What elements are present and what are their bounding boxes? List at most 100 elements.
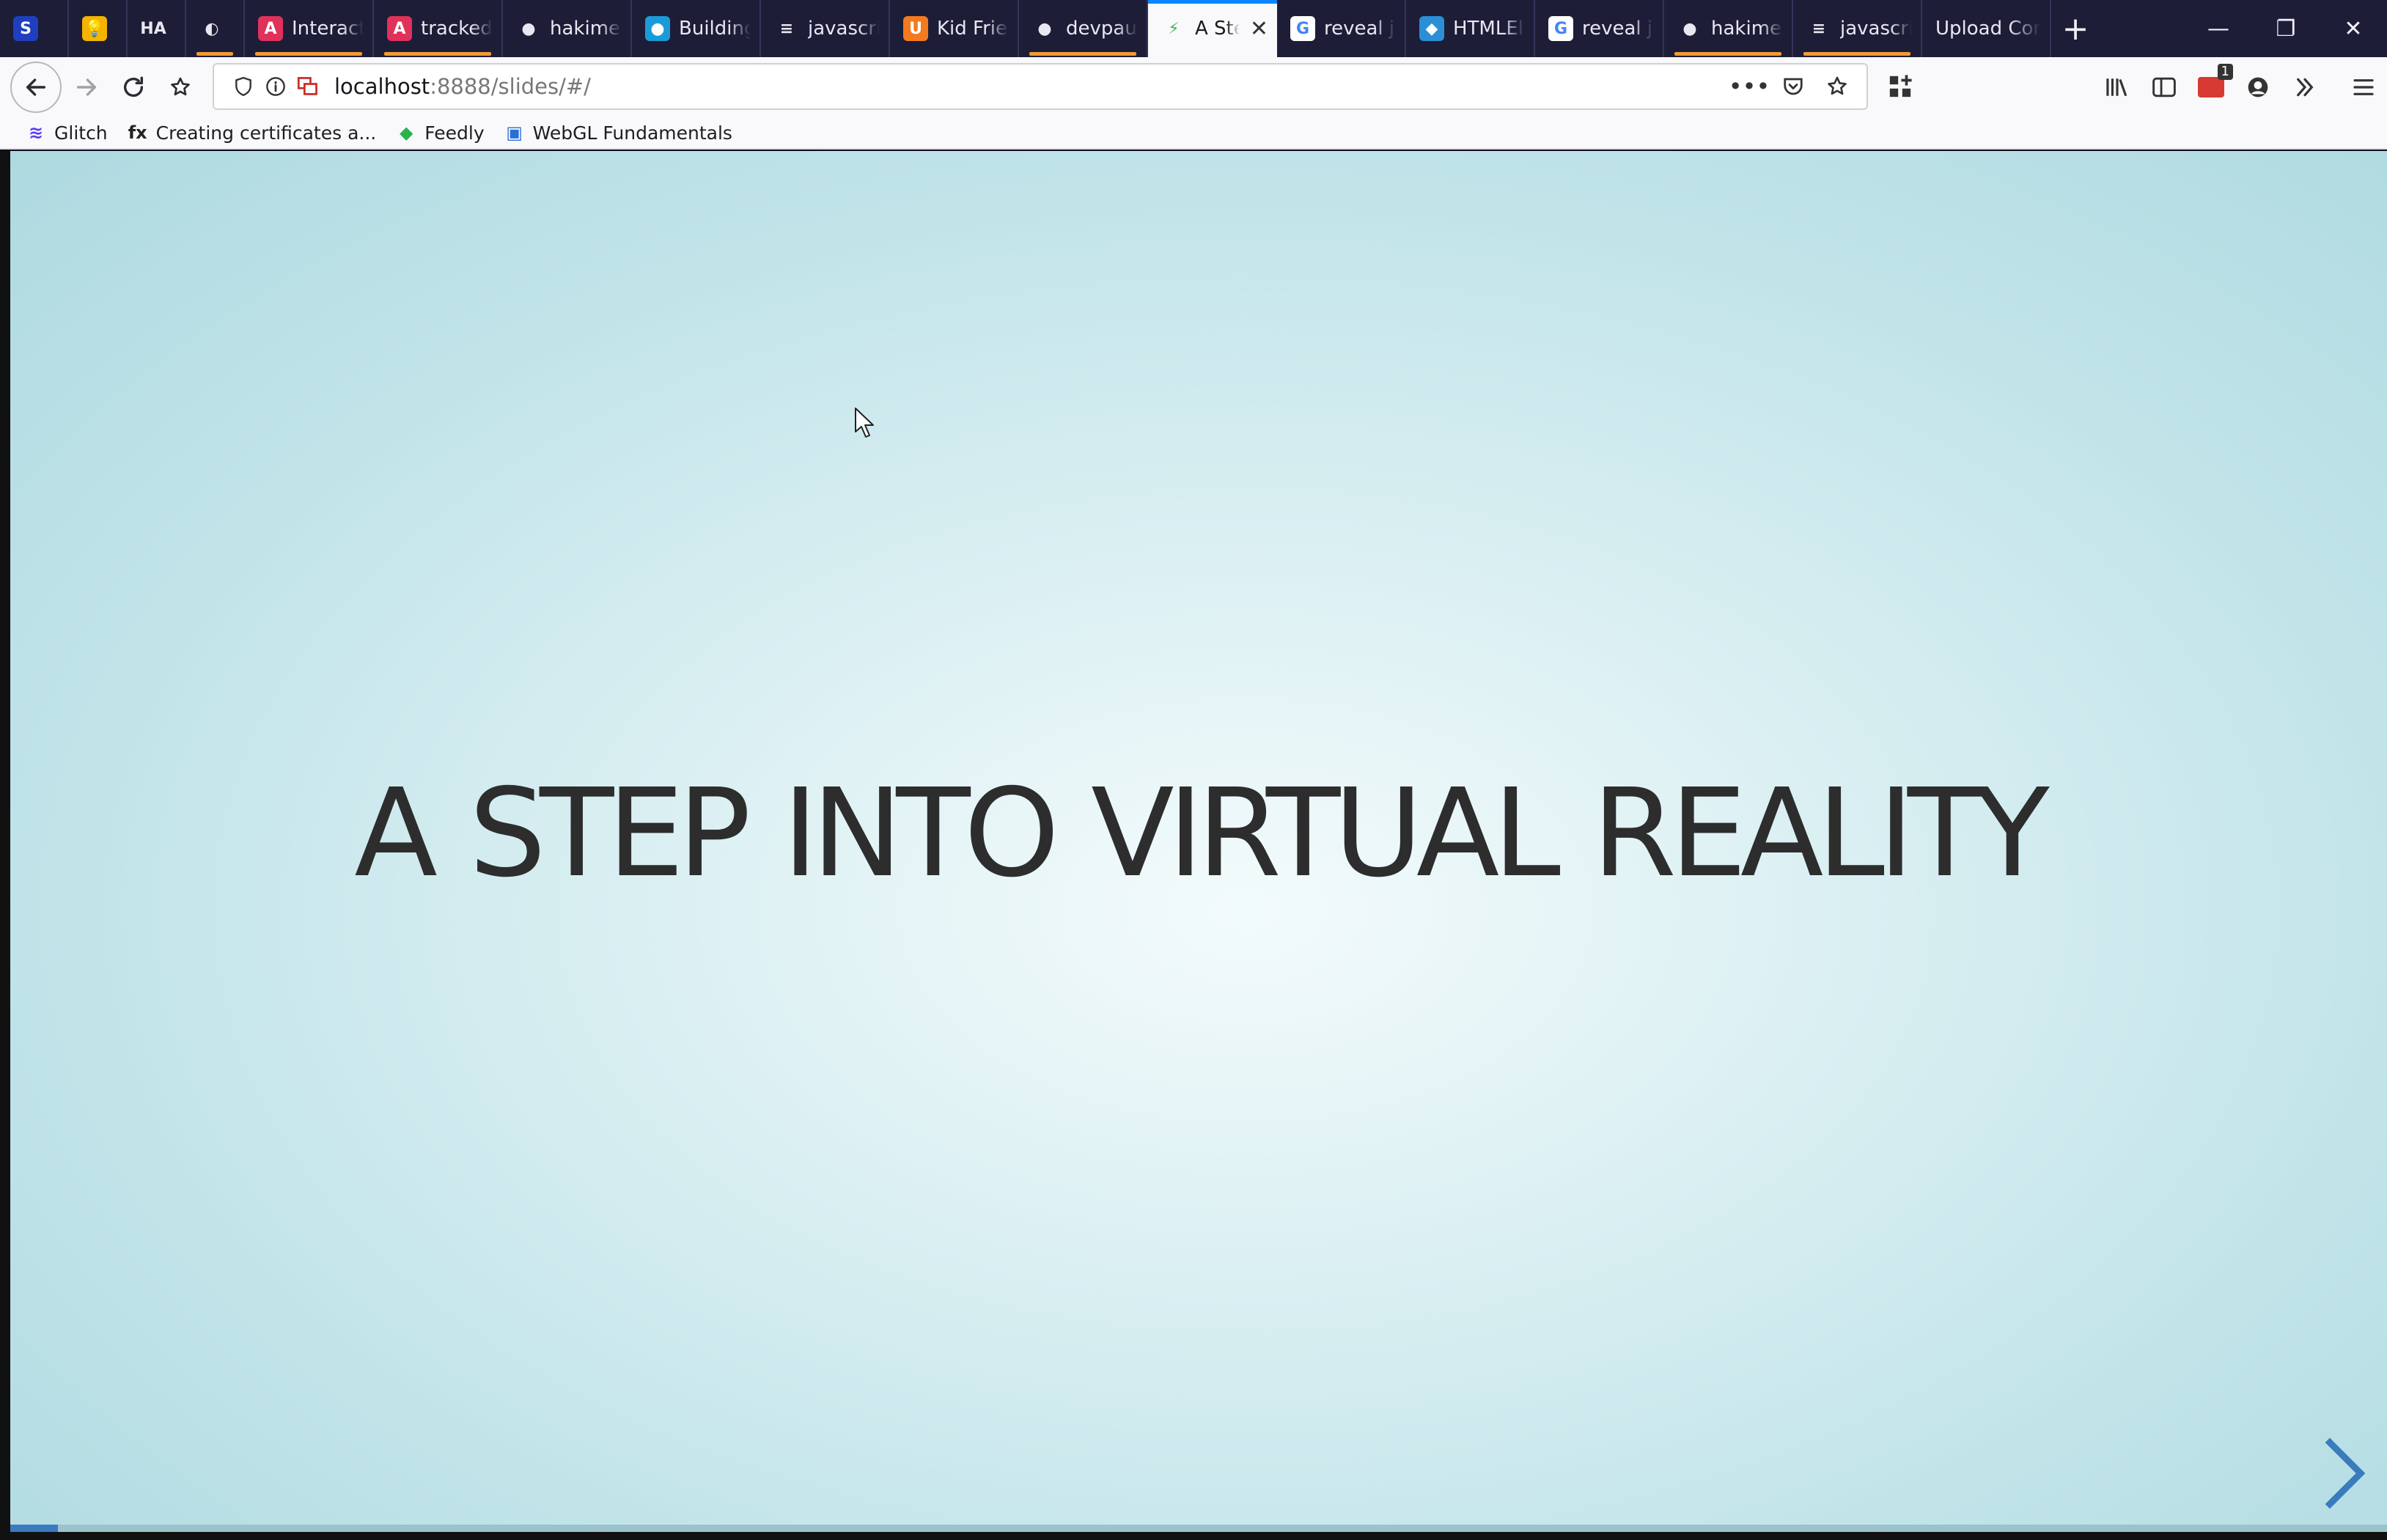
browser-tab[interactable]: A Interacti <box>245 0 374 57</box>
tab-audio-indicator <box>384 52 491 56</box>
tab-title: Interacti <box>292 18 364 40</box>
forward-button[interactable] <box>65 65 108 109</box>
pocket-icon[interactable] <box>1771 76 1815 97</box>
tab-favicon-icon: ● <box>516 16 541 41</box>
overflow-chevron-icon[interactable] <box>2281 64 2328 111</box>
bookmark-favicon-icon: fx <box>128 122 147 143</box>
bookmark-item[interactable]: ◆ Feedly <box>395 122 485 144</box>
tab-title: devpaul/ <box>1066 18 1138 40</box>
tab-title: Upload Com <box>1935 18 2041 40</box>
info-icon[interactable] <box>260 76 292 97</box>
tab-favicon-icon: G <box>1290 16 1315 41</box>
window-controls: — ❐ ✕ <box>2185 0 2387 57</box>
browser-tab[interactable]: ⚡ A Ste ✕ <box>1148 0 1277 57</box>
back-button[interactable] <box>10 62 62 113</box>
close-tab-icon[interactable]: ✕ <box>1240 16 1268 42</box>
tab-favicon-icon: HA <box>140 16 166 41</box>
browser-tab[interactable]: ● hakimel/ <box>1664 0 1793 57</box>
browser-tab[interactable]: HA <box>128 0 186 57</box>
tab-audio-indicator <box>1674 52 1781 56</box>
url-host: localhost <box>334 74 430 99</box>
bookmark-item[interactable]: fx Creating certificates a... <box>127 122 377 144</box>
insecure-content-icon[interactable] <box>292 76 324 97</box>
tab-favicon-icon: ◐ <box>199 16 224 41</box>
url-path: :8888/slides/#/ <box>430 74 591 99</box>
tab-favicon-icon: A <box>387 16 412 41</box>
tab-favicon-icon: ◆ <box>1419 16 1444 41</box>
bookmark-label: WebGL Fundamentals <box>532 122 732 144</box>
browser-tab[interactable]: ◐ <box>186 0 245 57</box>
browser-tab[interactable]: Greveal js <box>1277 0 1406 57</box>
tab-audio-indicator <box>196 52 233 56</box>
tab-favicon-icon: 💡 <box>82 16 107 41</box>
browser-tab[interactable]: U Kid Frien <box>890 0 1019 57</box>
bookmark-favicon-icon: ≋ <box>28 122 44 143</box>
home-button[interactable] <box>158 65 202 109</box>
reload-icon <box>123 76 144 97</box>
tab-favicon-icon: S <box>13 16 38 41</box>
browser-tab[interactable]: ● Building <box>632 0 761 57</box>
tab-favicon-icon: ≡ <box>1806 16 1831 41</box>
slide-viewport[interactable]: A STEP INTO VIRTUAL REALITY <box>10 151 2387 1532</box>
bookmark-favicon-icon: ◆ <box>400 122 413 143</box>
slide-progress-bar <box>10 1525 2387 1532</box>
menu-icon[interactable] <box>2340 64 2387 111</box>
browser-tab[interactable]: Upload Com <box>1922 0 2051 57</box>
browser-tab[interactable]: 💡 <box>69 0 128 57</box>
tab-title: hakimel/ <box>1711 18 1783 40</box>
mouse-cursor-icon <box>855 408 874 438</box>
bookmark-label: Creating certificates a... <box>155 122 377 144</box>
tab-title: Building <box>679 18 751 40</box>
url-bar[interactable]: localhost:8888/slides/#/ ••• <box>213 63 1868 110</box>
tab-favicon-icon: G <box>1548 16 1573 41</box>
tab-favicon-icon: ● <box>1032 16 1057 41</box>
tab-favicon-icon: U <box>903 16 928 41</box>
red-extension-icon[interactable]: 1 <box>2188 64 2235 111</box>
slide-progress-fill <box>10 1525 58 1532</box>
restore-icon[interactable]: ❐ <box>2252 0 2320 57</box>
tab-title: Kid Frien <box>937 18 1009 40</box>
browser-tab[interactable]: Greveal js <box>1535 0 1664 57</box>
browser-tab[interactable]: ≡ javascrip <box>761 0 890 57</box>
tab-favicon-icon: ● <box>1677 16 1702 41</box>
browser-tab[interactable]: S <box>0 0 69 57</box>
tab-title: HTMLEle <box>1453 18 1525 40</box>
minimize-icon[interactable]: — <box>2185 0 2252 57</box>
tab-title: javascrip <box>1840 18 1912 40</box>
tab-favicon-icon: ≡ <box>774 16 799 41</box>
tab-title: A Ste <box>1195 18 1240 40</box>
navigation-toolbar: localhost:8888/slides/#/ ••• 1 <box>0 57 2387 117</box>
account-icon[interactable] <box>2235 64 2281 111</box>
page-actions-icon[interactable]: ••• <box>1727 73 1771 100</box>
reload-button[interactable] <box>111 65 155 109</box>
tab-audio-indicator <box>1803 52 1910 56</box>
browser-tab[interactable]: ◆ HTMLEle <box>1406 0 1535 57</box>
sidebar-icon[interactable] <box>2141 64 2188 111</box>
bookmark-item[interactable]: ▣ WebGL Fundamentals <box>504 122 732 144</box>
browser-tab[interactable]: Atracked- <box>374 0 503 57</box>
new-tab-plus-icon[interactable]: + <box>2051 0 2100 57</box>
tab-title: hakimel/ <box>550 18 622 40</box>
shield-icon[interactable] <box>227 76 260 97</box>
close-window-icon[interactable]: ✕ <box>2320 0 2387 57</box>
forward-arrow-icon <box>76 78 97 96</box>
tab-audio-indicator <box>1029 52 1136 56</box>
grid-extension-icon[interactable] <box>1883 69 1918 104</box>
window-edge-bottom <box>0 1532 2387 1540</box>
tab-title: reveal js <box>1582 18 1654 40</box>
tab-audio-indicator <box>255 52 362 56</box>
browser-tab[interactable]: ≡ javascrip <box>1793 0 1922 57</box>
tab-title: javascrip <box>808 18 880 40</box>
bookmark-star-icon[interactable] <box>1815 75 1859 98</box>
window-edge <box>0 151 10 1540</box>
tab-favicon-icon: ⚡ <box>1168 19 1180 38</box>
browser-tab[interactable]: ● devpaul/ <box>1019 0 1148 57</box>
tab-title: tracked- <box>421 18 493 40</box>
tab-title: reveal js <box>1324 18 1396 40</box>
home-star-icon <box>171 77 190 96</box>
tab-favicon-icon: ● <box>645 16 670 41</box>
next-slide-arrow-icon[interactable] <box>2320 1437 2371 1510</box>
library-icon[interactable] <box>2094 64 2141 111</box>
browser-tab[interactable]: ● hakimel/ <box>503 0 632 57</box>
bookmark-item[interactable]: ≋ Glitch <box>25 122 108 144</box>
